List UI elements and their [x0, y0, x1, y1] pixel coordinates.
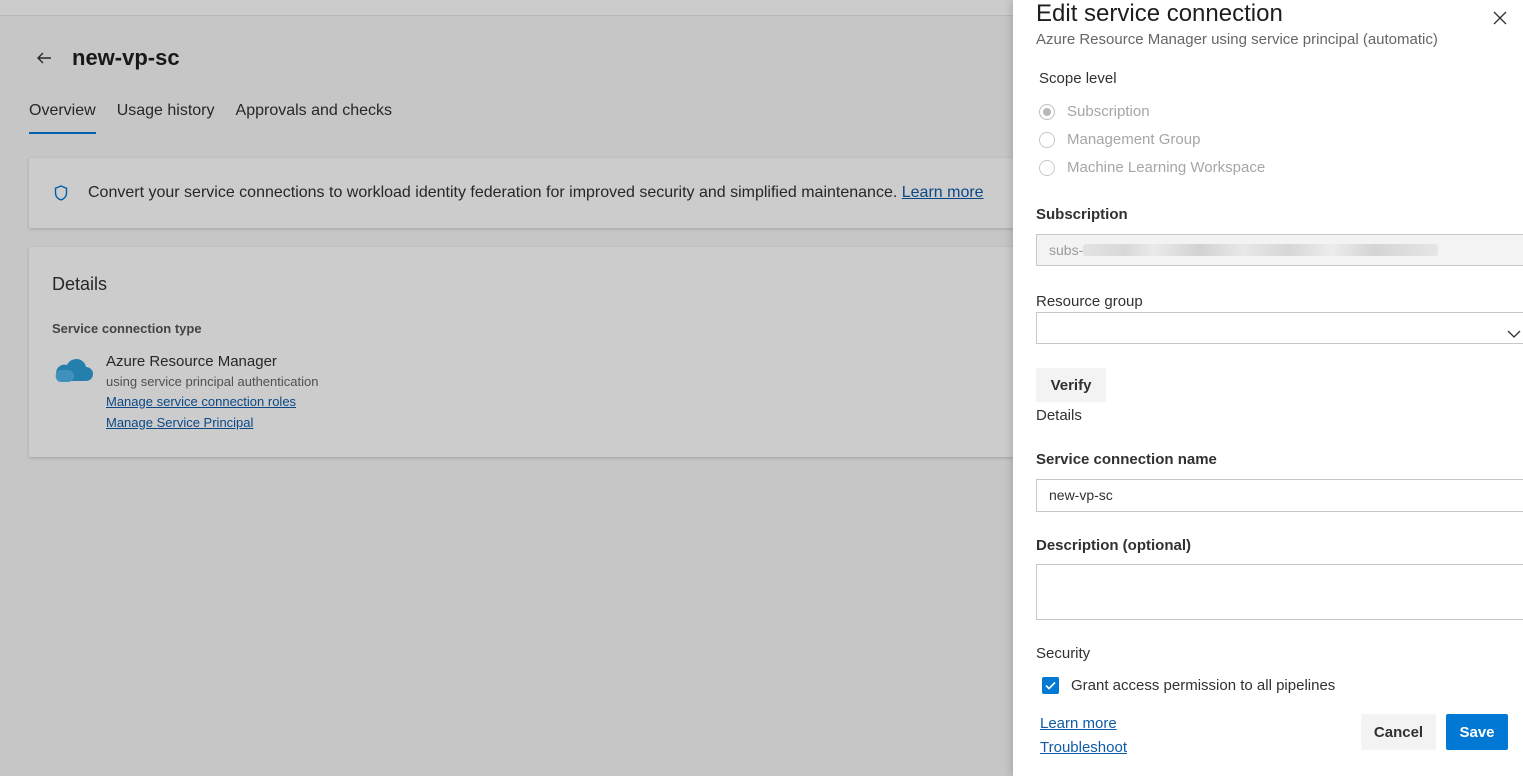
chevron-down-icon[interactable]	[1507, 321, 1521, 338]
subscription-value: subs-	[1049, 242, 1084, 258]
panel-subtitle: Azure Resource Manager using service pri…	[1036, 31, 1438, 48]
scope-option-ml-workspace[interactable]: Machine Learning Workspace	[1039, 159, 1265, 176]
connection-name-input[interactable]: new-vp-sc	[1036, 479, 1523, 512]
grant-access-label[interactable]: Grant access permission to all pipelines	[1071, 677, 1335, 694]
details-section-label: Details	[1036, 407, 1082, 424]
security-label: Security	[1036, 645, 1091, 662]
checkmark-icon	[1045, 681, 1056, 690]
troubleshoot-link[interactable]: Troubleshoot	[1040, 739, 1127, 756]
scope-option-management-group[interactable]: Management Group	[1039, 131, 1200, 148]
scope-level-label: Scope level	[1039, 70, 1117, 87]
redacted-text	[1083, 244, 1439, 257]
scope-option-label: Subscription	[1067, 103, 1150, 120]
save-button[interactable]: Save	[1446, 714, 1508, 750]
connection-name-label: Service connection name	[1036, 451, 1217, 468]
scope-option-subscription[interactable]: Subscription	[1039, 103, 1150, 120]
resource-group-label: Resource group	[1036, 293, 1143, 310]
connection-name-value: new-vp-sc	[1049, 487, 1113, 503]
description-textarea[interactable]	[1036, 564, 1523, 620]
radio-selected[interactable]	[1039, 103, 1055, 120]
panel-learn-more-link[interactable]: Learn more	[1040, 715, 1117, 732]
grant-access-checkbox[interactable]	[1042, 677, 1059, 694]
scope-option-label: Management Group	[1067, 131, 1201, 148]
radio-unselected[interactable]	[1039, 159, 1055, 176]
panel-title: Edit service connection	[1036, 0, 1283, 27]
description-label: Description (optional)	[1036, 537, 1191, 554]
subscription-label: Subscription	[1036, 206, 1128, 223]
close-icon[interactable]	[1491, 9, 1509, 27]
cancel-button[interactable]: Cancel	[1361, 714, 1436, 750]
subscription-field: subs-	[1036, 234, 1523, 266]
radio-unselected[interactable]	[1039, 131, 1055, 148]
verify-button[interactable]: Verify	[1036, 368, 1106, 402]
resource-group-dropdown[interactable]	[1036, 312, 1523, 344]
scope-option-label: Machine Learning Workspace	[1067, 159, 1266, 176]
edit-service-connection-panel: Edit service connection Azure Resource M…	[1013, 0, 1523, 776]
